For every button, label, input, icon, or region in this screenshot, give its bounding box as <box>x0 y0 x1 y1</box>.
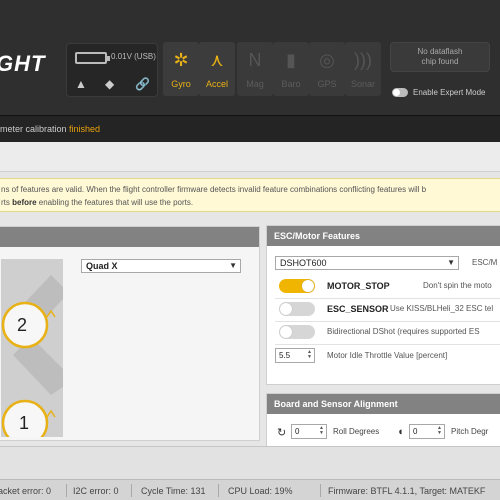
status-text: meter calibration <box>0 124 70 134</box>
features-note: ns of features are valid. When the fligh… <box>0 178 500 212</box>
sensor-accel: ⋏ Accel <box>199 42 235 96</box>
dataflash-line: chip found <box>421 57 459 66</box>
esc-motor-panel: ESC/Motor Features DSHOT600 ▼ ESC/M MOTO… <box>266 225 500 385</box>
cpu-load: CPU Load: 19% <box>228 486 293 496</box>
feature-name: MOTOR_STOP <box>327 281 390 291</box>
board-alignment-panel: Board and Sensor Alignment ↻ 0 ▲ ▼ Roll D… <box>266 393 500 453</box>
chevron-down-icon: ▼ <box>447 258 455 267</box>
divider <box>131 484 132 497</box>
packet-error: acket error: 0 <box>0 486 52 496</box>
pitch-label: Pitch Degr <box>451 427 489 436</box>
app-root: GHT 0.01V (USB) ▲ ◆ 🔗 ✲ Gyro ⋏ Accel N M… <box>0 0 500 500</box>
mixer-graphic: 2 1 <box>1 259 63 437</box>
gyro-icon: ✲ <box>173 50 189 70</box>
note-text: rts <box>1 198 13 207</box>
mixer-panel: 2 1 Quad X ▼ <box>0 226 260 441</box>
battery-panel: 0.01V (USB) ▲ ◆ 🔗 <box>66 43 158 97</box>
note-bold: before <box>12 198 37 207</box>
bidir-dshot-toggle[interactable] <box>279 325 315 339</box>
i2c-error: I2C error: 0 <box>73 486 119 496</box>
feature-description: Use KISS/BLHeli_32 ESC tel <box>390 304 494 313</box>
battery-icon <box>75 52 110 64</box>
note-line: ns of features are valid. When the fligh… <box>1 185 427 194</box>
board-panel-title: Board and Sensor Alignment <box>267 394 500 414</box>
save-toolbar <box>0 446 500 479</box>
note-line: rts before enabling the features that wi… <box>1 196 500 209</box>
motor-label: 1 <box>19 413 30 433</box>
sonar-icon: ))) <box>354 50 372 70</box>
sensor-label: Accel <box>205 79 228 89</box>
expert-mode-toggle[interactable] <box>392 88 408 97</box>
motor-idle-input[interactable]: 5.5 ▲ ▼ <box>275 348 315 363</box>
status-bar: meter calibration finished <box>0 115 500 142</box>
sensor-baro: ▮ Baro <box>273 42 309 96</box>
divider <box>218 484 219 497</box>
feature-description: Bidirectional DShot (requires supported … <box>327 327 480 336</box>
esc-protocol-value: DSHOT600 <box>280 258 327 268</box>
sensor-sonar: ))) Sonar <box>345 42 381 96</box>
sensor-label: Sonar <box>350 79 376 89</box>
roll-label: Roll Degrees <box>333 427 380 436</box>
spinner-icon[interactable]: ▲ ▼ <box>319 426 324 436</box>
feature-name: ESC_SENSOR <box>327 304 389 314</box>
status-footer: acket error: 0 I2C error: 0 Cycle Time: … <box>0 479 500 500</box>
pitch-icon: ◖ <box>397 426 404 438</box>
sensor-label: Mag <box>246 79 264 89</box>
motor-label: 2 <box>17 315 28 335</box>
battery-voltage: 0.01V (USB) <box>111 52 156 61</box>
mixer-select[interactable]: Quad X ▼ <box>81 259 241 273</box>
content-toolbar <box>0 142 500 172</box>
accel-icon: ⋏ <box>210 50 224 70</box>
status-highlight: finished <box>69 124 101 134</box>
motor-idle-label: Motor Idle Throttle Value [percent] <box>327 351 448 360</box>
gps-icon: ◎ <box>319 50 335 70</box>
sensor-gps: ◎ GPS <box>309 42 345 96</box>
divider <box>66 484 67 497</box>
spinner-icon[interactable]: ▲ ▼ <box>307 350 312 360</box>
expert-mode-label: Enable Expert Mode <box>413 88 486 97</box>
esc-sensor-toggle[interactable] <box>279 302 315 316</box>
chevron-down-icon: ▼ <box>229 261 237 270</box>
diamond-icon: ◆ <box>105 77 115 91</box>
mixer-panel-header <box>0 227 259 247</box>
divider <box>320 484 321 497</box>
motor-idle-value: 5.5 <box>279 351 291 360</box>
warning-icon: ▲ <box>75 77 87 91</box>
status-message: meter calibration finished <box>0 124 100 134</box>
esc-protocol-label: ESC/M <box>472 258 498 267</box>
cycle-time: Cycle Time: 131 <box>141 486 206 496</box>
sensor-label: GPS <box>317 79 337 89</box>
mixer-select-value: Quad X <box>86 261 118 271</box>
sensor-mag: N Mag <box>237 42 273 96</box>
sensor-label: Baro <box>281 79 301 89</box>
sensor-gyro: ✲ Gyro <box>163 42 199 96</box>
roll-value: 0 <box>295 427 300 436</box>
feature-row-esc-sensor: ESC_SENSOR Use KISS/BLHeli_32 ESC tel <box>275 299 500 319</box>
dataflash-line: No dataflash <box>417 47 463 56</box>
mag-icon: N <box>248 50 262 70</box>
sensor-label: Gyro <box>171 79 191 89</box>
roll-icon: ↻ <box>277 427 287 439</box>
feature-description: Don't spin the moto <box>423 281 492 290</box>
header: GHT 0.01V (USB) ▲ ◆ 🔗 ✲ Gyro ⋏ Accel N M… <box>0 0 500 115</box>
feature-row-motor-stop: MOTOR_STOP Don't spin the moto <box>275 276 500 296</box>
motor-stop-toggle[interactable] <box>279 279 315 293</box>
pitch-degrees-input[interactable]: 0 ▲ ▼ <box>409 424 445 439</box>
link-icon: 🔗 <box>135 77 150 91</box>
divider <box>275 344 500 345</box>
logo: GHT <box>0 51 46 76</box>
note-text: enabling the features that will use the … <box>36 198 194 207</box>
esc-protocol-select[interactable]: DSHOT600 ▼ <box>275 256 459 270</box>
roll-degrees-input[interactable]: 0 ▲ ▼ <box>291 424 327 439</box>
dataflash-status: No dataflash chip found <box>390 42 490 72</box>
spinner-icon[interactable]: ▲ ▼ <box>437 426 442 436</box>
baro-icon: ▮ <box>286 50 296 70</box>
firmware-info: Firmware: BTFL 4.1.1, Target: MATEKF <box>328 486 486 496</box>
feature-row-bidir-dshot: Bidirectional DShot (requires supported … <box>275 322 500 342</box>
esc-panel-title: ESC/Motor Features <box>267 226 500 246</box>
pitch-value: 0 <box>413 427 418 436</box>
